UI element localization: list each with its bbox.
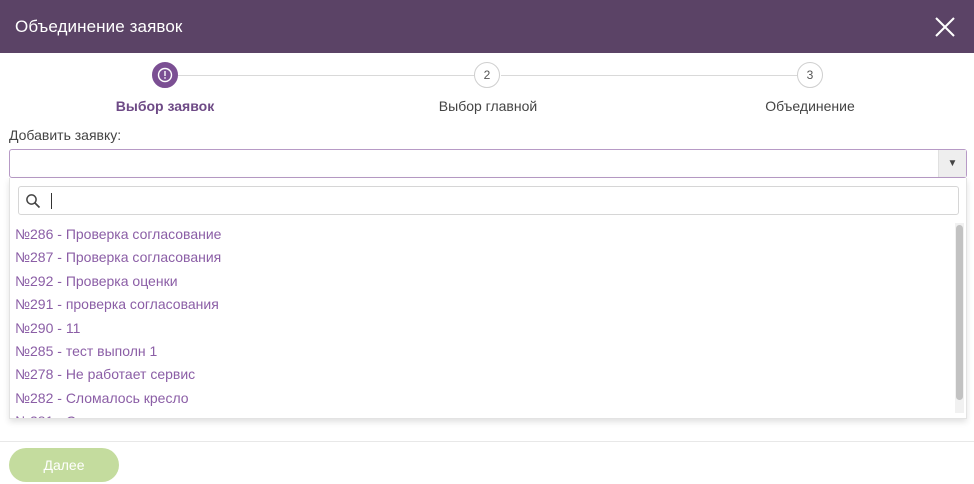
- dropdown-search[interactable]: [18, 186, 959, 215]
- option-item[interactable]: №292 - Проверка оценки: [10, 270, 954, 293]
- footer-divider: [0, 441, 974, 442]
- step-connector: [501, 75, 797, 76]
- caret-down-icon: ▼: [947, 158, 958, 169]
- stepper: 2 3 Выбор заявок Выбор главной Объединен…: [0, 60, 974, 120]
- option-item[interactable]: №278 - Не работает сервис: [10, 363, 954, 386]
- option-item[interactable]: №287 - Проверка согласования: [10, 246, 954, 269]
- close-button[interactable]: [934, 16, 956, 38]
- option-item[interactable]: №291 - проверка согласования: [10, 293, 954, 316]
- next-button[interactable]: Далее: [9, 448, 119, 482]
- search-icon: [26, 194, 41, 209]
- option-item[interactable]: №285 - тест выполн 1: [10, 340, 954, 363]
- step-connector: [178, 75, 474, 76]
- option-item[interactable]: №290 - 11: [10, 317, 954, 340]
- step-3-label: Объединение: [765, 98, 855, 114]
- option-item[interactable]: №282 - Сломалось кресло: [10, 387, 954, 410]
- step-1-indicator: [152, 62, 178, 88]
- step-1-label: Выбор заявок: [115, 98, 215, 114]
- modal-title: Объединение заявок: [15, 16, 183, 36]
- modal-header: Объединение заявок: [0, 0, 974, 53]
- close-icon: [935, 17, 955, 37]
- text-cursor: [51, 193, 52, 209]
- step-3-indicator: 3: [797, 62, 823, 88]
- alert-circle-icon: [157, 67, 173, 83]
- request-dropdown: №286 - Проверка согласование №287 - Пров…: [9, 178, 967, 419]
- option-item[interactable]: №281 - С...: [10, 410, 954, 418]
- step-2-label: Выбор главной: [438, 98, 538, 114]
- step-2-indicator: 2: [474, 62, 500, 88]
- add-request-select[interactable]: ▼: [9, 149, 967, 178]
- scrollbar-thumb[interactable]: [956, 225, 963, 400]
- option-item[interactable]: №286 - Проверка согласование: [10, 223, 954, 246]
- merge-requests-modal: Объединение заявок 2 3 Выбор заявок Выбо…: [0, 0, 974, 484]
- add-request-label: Добавить заявку:: [9, 127, 122, 143]
- options-scrollbar[interactable]: [955, 223, 964, 413]
- options-list: №286 - Проверка согласование №287 - Пров…: [10, 223, 954, 418]
- search-input[interactable]: [49, 191, 949, 211]
- dropdown-toggle[interactable]: ▼: [938, 150, 966, 177]
